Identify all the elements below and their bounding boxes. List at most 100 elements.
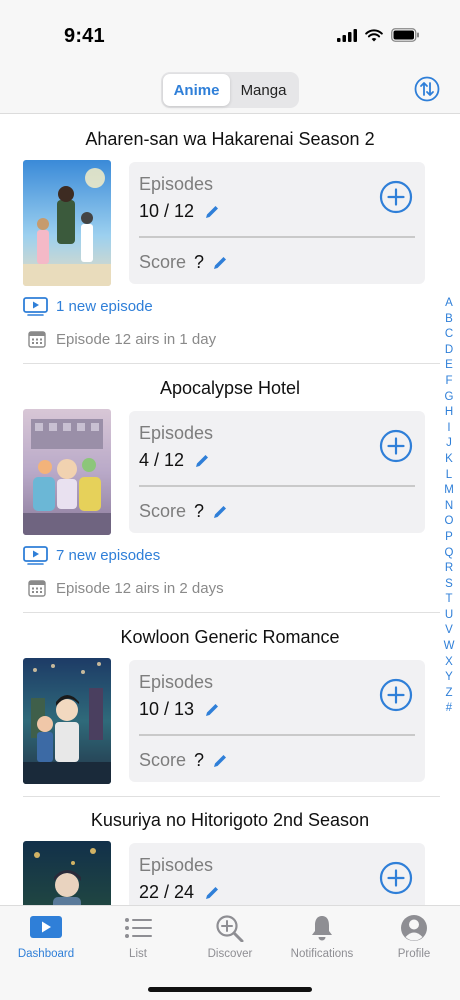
tab-notifications[interactable]: Notifications xyxy=(276,914,368,960)
increment-episode-plus-icon[interactable] xyxy=(379,429,413,463)
calendar-icon xyxy=(28,331,46,348)
index-letter[interactable]: I xyxy=(447,421,450,437)
index-letter[interactable]: E xyxy=(445,358,453,374)
new-episodes-link[interactable]: 7 new episodes xyxy=(23,546,160,565)
entry-title[interactable]: Kowloon Generic Romance xyxy=(0,627,460,648)
bell-icon xyxy=(312,916,332,941)
tab-discover[interactable]: Discover xyxy=(184,914,276,960)
episodes-label: Episodes xyxy=(139,855,214,875)
index-letter[interactable]: H xyxy=(445,405,453,421)
play-rectangle-icon xyxy=(23,546,48,565)
airing-text: Episode 12 airs in 1 day xyxy=(56,330,217,348)
cover-image[interactable] xyxy=(23,658,111,784)
episode-progress: 4 / 12 xyxy=(139,450,210,471)
cellular-signal-icon xyxy=(337,28,357,42)
tab-profile[interactable]: Profile xyxy=(368,914,460,960)
index-letter[interactable]: L xyxy=(446,468,452,484)
entry-title[interactable]: Aharen-san wa Hakarenai Season 2 xyxy=(0,129,460,150)
pencil-icon[interactable] xyxy=(212,255,228,271)
index-letter[interactable]: Q xyxy=(445,546,454,562)
score-label: Score xyxy=(139,750,187,770)
tab-label: List xyxy=(129,948,147,960)
index-letter[interactable]: # xyxy=(446,701,452,717)
index-letter[interactable]: O xyxy=(445,514,454,530)
index-letter[interactable]: N xyxy=(445,499,453,515)
alphabet-index[interactable]: A B C D E F G H I J K L M N O P Q R S T U V W X Y Z # xyxy=(442,296,456,717)
index-letter[interactable]: A xyxy=(445,296,453,312)
score-row: Score ? xyxy=(139,750,228,771)
status-time: 9:41 xyxy=(64,25,105,47)
list-icon xyxy=(125,918,152,938)
nav-header: Anime Manga xyxy=(0,70,460,114)
episodes-label: Episodes xyxy=(139,423,214,443)
entry-title[interactable]: Apocalypse Hotel xyxy=(0,378,460,399)
score-row: Score ? xyxy=(139,252,228,273)
status-bar: 9:41 xyxy=(0,0,460,70)
index-letter[interactable]: D xyxy=(445,343,453,359)
pencil-icon[interactable] xyxy=(212,753,228,769)
media-type-segmented-control: Anime Manga xyxy=(161,72,299,108)
home-indicator xyxy=(148,987,312,992)
episode-progress: 10 / 12 xyxy=(139,201,220,222)
index-letter[interactable]: P xyxy=(445,530,453,546)
card-divider xyxy=(139,734,415,736)
episode-progress-value: 4 / 12 xyxy=(139,450,185,470)
new-episodes-link[interactable]: 1 new episode xyxy=(23,297,153,316)
index-letter[interactable]: X xyxy=(445,655,453,671)
play-rectangle-icon xyxy=(30,916,62,938)
index-letter[interactable]: G xyxy=(445,390,454,406)
cover-image[interactable] xyxy=(23,841,111,905)
status-icons xyxy=(337,28,420,42)
increment-episode-plus-icon[interactable] xyxy=(379,861,413,895)
tab-list[interactable]: List xyxy=(92,914,184,960)
score-label: Score xyxy=(139,501,187,521)
index-letter[interactable]: B xyxy=(445,312,453,328)
magnifying-glass-plus-icon xyxy=(216,915,244,942)
index-letter[interactable]: W xyxy=(444,639,455,655)
score-value: ? xyxy=(194,252,205,272)
cover-image[interactable] xyxy=(23,160,111,286)
battery-icon xyxy=(391,28,419,42)
index-letter[interactable]: J xyxy=(446,436,452,452)
index-letter[interactable]: F xyxy=(445,374,452,390)
wifi-icon xyxy=(365,28,383,41)
calendar-icon xyxy=(28,580,46,597)
score-value: ? xyxy=(194,750,205,770)
increment-episode-plus-icon[interactable] xyxy=(379,678,413,712)
episodes-label: Episodes xyxy=(139,174,214,194)
tab-label: Dashboard xyxy=(17,948,75,960)
episode-progress-value: 10 / 12 xyxy=(139,201,195,221)
index-letter[interactable]: U xyxy=(445,608,453,624)
anime-entry: Apocalypse Hotel Episodes 4 / 12 Score ?… xyxy=(0,364,460,613)
pencil-icon[interactable] xyxy=(204,204,220,220)
tab-dashboard[interactable]: Dashboard xyxy=(0,914,92,960)
segment-manga[interactable]: Manga xyxy=(230,74,297,106)
index-letter[interactable]: Y xyxy=(445,670,453,686)
sort-order-icon[interactable] xyxy=(414,76,440,102)
index-letter[interactable]: Z xyxy=(445,686,452,702)
index-letter[interactable]: C xyxy=(445,327,453,343)
index-letter[interactable]: K xyxy=(445,452,453,468)
tab-label: Profile xyxy=(397,948,431,960)
new-episodes-text: 7 new episodes xyxy=(56,547,161,564)
card-divider xyxy=(139,236,415,238)
anime-entry: Aharen-san wa Hakarenai Season 2 Episode… xyxy=(0,115,460,364)
dashboard-list[interactable]: Aharen-san wa Hakarenai Season 2 Episode… xyxy=(0,115,460,905)
cover-image[interactable] xyxy=(23,409,111,535)
entry-title[interactable]: Kusuriya no Hitorigoto 2nd Season xyxy=(0,810,460,831)
play-rectangle-icon xyxy=(23,297,48,316)
increment-episode-plus-icon[interactable] xyxy=(379,180,413,214)
index-letter[interactable]: M xyxy=(444,483,454,499)
index-letter[interactable]: R xyxy=(445,561,453,577)
pencil-icon[interactable] xyxy=(212,504,228,520)
index-letter[interactable]: V xyxy=(445,623,453,639)
segment-anime[interactable]: Anime xyxy=(163,74,230,106)
pencil-icon[interactable] xyxy=(204,885,220,901)
progress-card: Episodes 10 / 13 Score ? xyxy=(129,660,425,782)
score-label: Score xyxy=(139,252,187,272)
index-letter[interactable]: S xyxy=(445,577,453,593)
pencil-icon[interactable] xyxy=(204,702,220,718)
index-letter[interactable]: T xyxy=(445,592,452,608)
tab-label: Notifications xyxy=(290,948,354,960)
pencil-icon[interactable] xyxy=(194,453,210,469)
